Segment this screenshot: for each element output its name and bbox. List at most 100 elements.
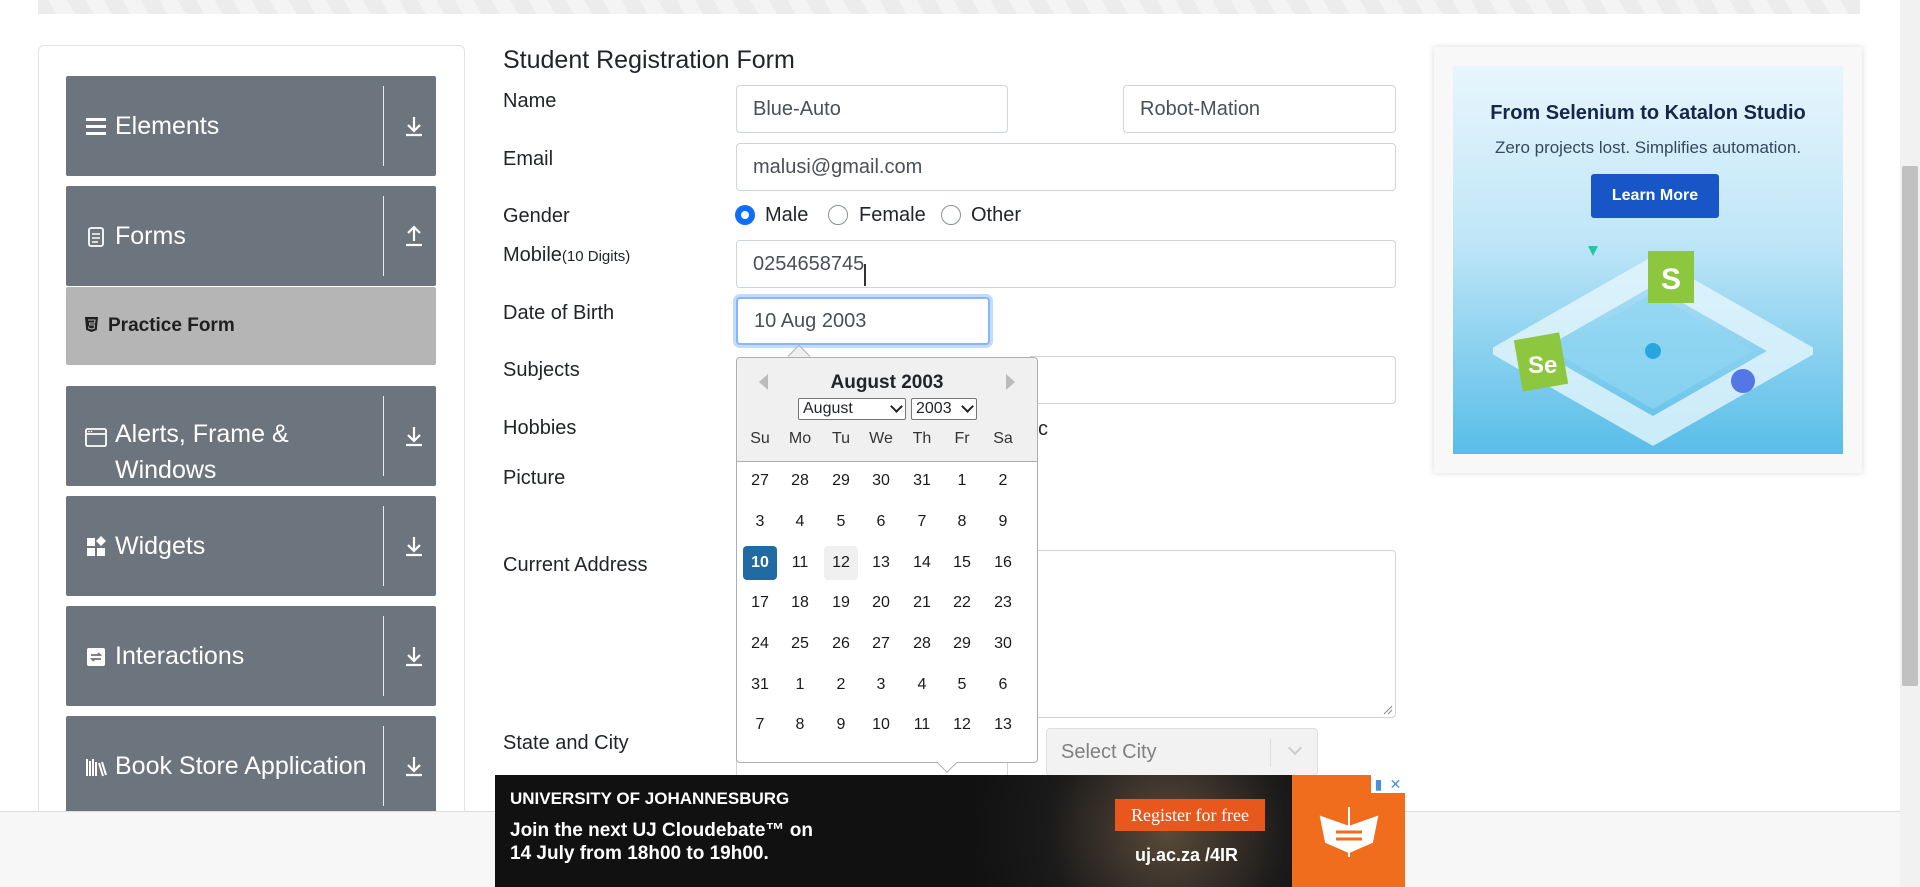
calendar-day[interactable]: 4: [905, 668, 939, 702]
calendar-day[interactable]: 6: [864, 505, 898, 539]
calendar-day[interactable]: 1: [783, 668, 817, 702]
sidebar-group-book-store[interactable]: Book Store Application: [66, 716, 436, 816]
calendar-day[interactable]: 8: [945, 505, 979, 539]
sidebar-item-label: Practice Form: [108, 315, 235, 336]
gender-other-label[interactable]: Other: [971, 204, 1021, 227]
gender-label: Gender: [503, 205, 570, 227]
calendar-day[interactable]: 12: [824, 546, 858, 580]
calendar-day[interactable]: 2: [986, 464, 1020, 498]
calendar-day[interactable]: 2: [824, 668, 858, 702]
calendar-day[interactable]: 9: [824, 708, 858, 742]
scrollbar-thumb[interactable]: [1902, 166, 1918, 686]
date-of-birth-input[interactable]: 10 Aug 2003: [736, 297, 990, 345]
calendar-day[interactable]: 15: [945, 546, 979, 580]
learn-more-button[interactable]: Learn More: [1591, 174, 1719, 218]
calendar-day[interactable]: 12: [945, 708, 979, 742]
ad-choices[interactable]: ▮ ✕: [1371, 775, 1405, 793]
ad-url: uj.ac.za /4IR: [1135, 845, 1239, 865]
calendar-day[interactable]: 28: [905, 627, 939, 661]
ad-panel: From Selenium to Katalon Studio Zero pro…: [1453, 66, 1843, 454]
gender-other-radio[interactable]: [941, 205, 961, 225]
resize-handle-icon[interactable]: [1383, 705, 1393, 715]
calendar-day[interactable]: 27: [743, 464, 777, 498]
svg-text:Se: Se: [1528, 352, 1557, 379]
weekday-header: Fr: [954, 430, 970, 447]
mobile-input[interactable]: 0254658745: [736, 240, 1396, 288]
calendar-day[interactable]: 5: [945, 668, 979, 702]
first-name-input[interactable]: Blue-Auto: [736, 85, 1008, 133]
last-name-input[interactable]: Robot-Mation: [1123, 85, 1396, 133]
gender-female-label[interactable]: Female: [859, 204, 926, 227]
calendar-day[interactable]: 6: [986, 668, 1020, 702]
gender-male-radio[interactable]: [735, 205, 755, 225]
advertisement-bottom[interactable]: UNIVERSITY OF JOHANNESBURG Join the next…: [495, 775, 1405, 887]
document-icon: [88, 227, 104, 247]
calendar-day[interactable]: 16: [986, 546, 1020, 580]
calendar-day[interactable]: 13: [864, 546, 898, 580]
calendar-day[interactable]: 17: [743, 586, 777, 620]
calendar-day[interactable]: 25: [783, 627, 817, 661]
ad-info-icon[interactable]: ▮: [1375, 776, 1383, 793]
divider: [383, 506, 384, 586]
calendar-day[interactable]: 21: [905, 586, 939, 620]
calendar-day[interactable]: 3: [743, 505, 777, 539]
calendar-day[interactable]: 9: [986, 505, 1020, 539]
calendar-day[interactable]: 4: [783, 505, 817, 539]
calendar-day[interactable]: 23: [986, 586, 1020, 620]
calendar-day[interactable]: 28: [783, 464, 817, 498]
calendar-day[interactable]: 7: [905, 505, 939, 539]
calendar-day[interactable]: 19: [824, 586, 858, 620]
calendar-day[interactable]: 20: [864, 586, 898, 620]
calendar-day[interactable]: 10: [864, 708, 898, 742]
month-select[interactable]: August: [798, 398, 906, 420]
calendar-day[interactable]: 22: [945, 586, 979, 620]
books-icon: [86, 759, 107, 777]
calendar-day[interactable]: 30: [986, 627, 1020, 661]
calendar-day[interactable]: 11: [783, 546, 817, 580]
calendar-day[interactable]: 31: [743, 668, 777, 702]
calendar-day[interactable]: 29: [824, 464, 858, 498]
calendar-day[interactable]: 11: [905, 708, 939, 742]
hobby-label-fragment[interactable]: c: [1038, 418, 1048, 441]
register-button[interactable]: Register for free: [1115, 799, 1265, 831]
sidebar-group-widgets[interactable]: Widgets: [66, 496, 436, 596]
interactions-icon: [87, 648, 105, 666]
calendar-day[interactable]: 29: [945, 627, 979, 661]
calendar-day[interactable]: 3: [864, 668, 898, 702]
download-arrow-icon: [406, 757, 422, 777]
email-input[interactable]: malusi@gmail.com: [736, 143, 1396, 191]
calendar-day[interactable]: 31: [905, 464, 939, 498]
next-month-icon[interactable]: [1006, 374, 1015, 390]
sidebar-item-practice-form[interactable]: Practice Form: [66, 287, 436, 365]
calendar-day[interactable]: 27: [864, 627, 898, 661]
sidebar-group-label: Forms: [115, 222, 186, 250]
sidebar-group-forms[interactable]: Forms: [66, 186, 436, 286]
calendar-day[interactable]: 14: [905, 546, 939, 580]
advertisement-right[interactable]: From Selenium to Katalon Studio Zero pro…: [1434, 47, 1862, 473]
mobile-hint: (10 Digits): [561, 248, 631, 265]
calendar-day[interactable]: 10: [743, 546, 777, 580]
sidebar-group-elements[interactable]: Elements: [66, 76, 436, 176]
calendar-day[interactable]: 18: [783, 586, 817, 620]
calendar-day[interactable]: 7: [743, 708, 777, 742]
calendar-day[interactable]: 30: [864, 464, 898, 498]
name-label: Name: [503, 90, 557, 112]
calendar-day[interactable]: 5: [824, 505, 858, 539]
calendar-day[interactable]: 24: [743, 627, 777, 661]
calendar-day[interactable]: 8: [783, 708, 817, 742]
gender-male-label[interactable]: Male: [765, 204, 808, 227]
ad-headline: From Selenium to Katalon Studio: [1490, 102, 1806, 124]
year-select[interactable]: 2003: [911, 398, 977, 420]
city-select[interactable]: Select City: [1046, 728, 1318, 776]
chevron-down-icon: [961, 400, 974, 413]
sidebar-group-interactions[interactable]: Interactions: [66, 606, 436, 706]
sidebar-group-alerts[interactable]: Alerts, Frame & Windows: [66, 386, 436, 486]
upload-arrow-icon: [406, 225, 422, 247]
calendar-day[interactable]: 13: [986, 708, 1020, 742]
calendar-day[interactable]: 26: [824, 627, 858, 661]
close-icon[interactable]: ✕: [1390, 776, 1402, 793]
gender-female-radio[interactable]: [828, 205, 848, 225]
divider: [383, 726, 384, 806]
calendar-day[interactable]: 1: [945, 464, 979, 498]
subjects-input[interactable]: [1030, 356, 1396, 404]
